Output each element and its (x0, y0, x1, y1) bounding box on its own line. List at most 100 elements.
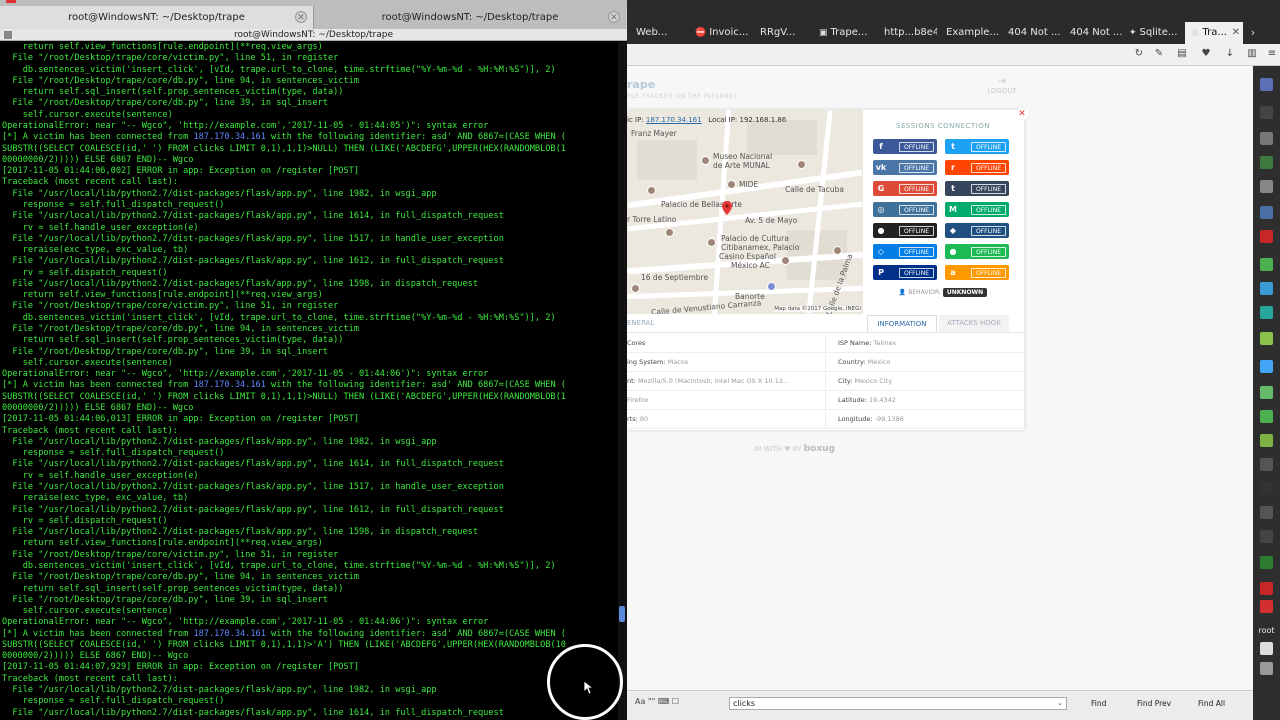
session-bitbucket[interactable]: ◆ OFFLINE (945, 223, 1009, 238)
app-icon[interactable] (1260, 482, 1273, 495)
browser-tab[interactable]: Web... (627, 22, 689, 44)
app-icon[interactable] (1260, 530, 1273, 543)
session-twitter[interactable]: t OFFLINE (945, 139, 1009, 154)
browser-tab[interactable]: ▣ Tra... ✕ (1185, 22, 1243, 44)
session-spotify[interactable]: ● OFFLINE (945, 244, 1009, 259)
details-tabs: ENERAL INFORMATION ATTACKS HOOK (627, 315, 1024, 333)
browser-tab-label: 404 Not ... (1070, 27, 1123, 38)
filezilla-icon[interactable] (1260, 230, 1273, 243)
terminal-line: rv = self.handle_user_exception(e) (2, 470, 199, 481)
terminal-line: Traceback (most recent call last): (2, 425, 178, 436)
browser-tab[interactable]: http...b8e4 (875, 22, 937, 44)
session-status: OFFLINE (898, 204, 934, 215)
browser-tab[interactable]: ▣ Trape... (813, 22, 875, 44)
tab-attacks-hook[interactable]: ATTACKS HOOK (939, 315, 1009, 332)
download-icon[interactable]: ↓ (1223, 47, 1237, 61)
browser-tab[interactable]: 404 Not ... (999, 22, 1061, 44)
folder-icon[interactable] (1260, 206, 1273, 219)
find-options[interactable]: Aa "" ⌨ ☐ (635, 697, 679, 706)
session-reddit[interactable]: r OFFLINE (945, 160, 1009, 175)
info-value: Mozilla/5.0 (Macintosh; Intel Mac OS X 1… (637, 377, 790, 385)
close-icon[interactable]: ✕ (1016, 108, 1028, 120)
app-icon[interactable] (1260, 410, 1273, 423)
terminal-line: response = self.full_dispatch_request() (2, 448, 225, 459)
find-prev-button[interactable]: Find Prev (1137, 699, 1171, 708)
terminal-line: File "/root/Desktop/trape/core/db.py", l… (2, 572, 359, 583)
session-vk[interactable]: vk OFFLINE (873, 160, 937, 175)
find-all-button[interactable]: Find All (1198, 699, 1225, 708)
monitor-icon[interactable] (1260, 106, 1273, 119)
terminal-line: File "/usr/local/lib/python2.7/dist-pack… (2, 707, 504, 718)
menu-icon[interactable]: ≡ (1265, 47, 1279, 61)
session-instagram[interactable]: ◎ OFFLINE (873, 202, 937, 217)
pocket-icon[interactable]: ♥ (1199, 47, 1213, 61)
terminal-tab-2[interactable]: root@WindowsNT: ~/Desktop/trape ✕ (313, 6, 626, 29)
app-icon[interactable] (1260, 332, 1273, 345)
session-amazon[interactable]: a OFFLINE (945, 265, 1009, 280)
browser-tab[interactable]: ✦ Sqlite... (1123, 22, 1185, 44)
location-pin-icon[interactable] (722, 201, 732, 215)
close-icon[interactable]: ✕ (608, 11, 620, 23)
terminal-icon[interactable] (1260, 156, 1273, 169)
close-icon[interactable]: ✕ (295, 11, 307, 23)
browser-tab[interactable]: RRgV... (751, 22, 813, 44)
info-cell: rts: 80 (627, 410, 825, 428)
tab-general[interactable]: ENERAL (627, 319, 654, 327)
app-icon[interactable] (1260, 360, 1273, 373)
session-github[interactable]: ● OFFLINE (873, 223, 937, 238)
terminal-line: db.sentences_victim('insert_click', [vId… (2, 64, 556, 75)
app-icon[interactable] (1260, 306, 1273, 319)
storage-icon[interactable] (1260, 180, 1273, 193)
session-facebook[interactable]: f OFFLINE (873, 139, 937, 154)
app-icon[interactable] (1260, 582, 1273, 595)
close-icon[interactable]: ✕ (1232, 22, 1240, 44)
browser-tab[interactable]: 404 Not ... (1061, 22, 1123, 44)
session-google-plus[interactable]: G OFFLINE (873, 181, 937, 196)
map-label: Palacio de Cultura (721, 234, 789, 243)
victim-map[interactable]: ic IP: 187.170.34.161 Local IP: 192.168.… (627, 110, 863, 314)
app-icon[interactable] (1260, 78, 1273, 91)
app-icon[interactable] (1260, 662, 1273, 675)
terminal-line: File "/root/Desktop/trape/core/db.py", l… (2, 75, 359, 86)
library-icon[interactable]: ▤ (1175, 47, 1189, 61)
map-poi-icon (631, 284, 640, 293)
power-icon[interactable] (1260, 642, 1273, 655)
window-menu-icon[interactable] (4, 31, 12, 39)
public-ip-link[interactable]: 187.170.34.161 (646, 116, 702, 124)
session-status: OFFLINE (970, 183, 1006, 194)
site-identity-icon[interactable]: ✎ (1152, 47, 1166, 61)
terminal-line: OperationalError: near "-- Wgco", 'http:… (2, 369, 489, 380)
app-icon[interactable] (1260, 282, 1273, 295)
chrome-icon[interactable] (1260, 258, 1273, 271)
app-icon[interactable] (1260, 434, 1273, 447)
session-dropbox[interactable]: ◇ OFFLINE (873, 244, 937, 259)
terminal-tab-1[interactable]: root@WindowsNT: ~/Desktop/trape ✕ (0, 6, 313, 29)
map-attribution: Map data ©2017 Google, INEGI (774, 306, 861, 312)
reload-icon[interactable]: ↻ (1132, 47, 1146, 61)
tab-information[interactable]: INFORMATION (867, 315, 937, 332)
logout-button[interactable]: ⇥ LOGOUT (987, 76, 1017, 95)
browser-tab[interactable]: Example... (937, 22, 999, 44)
app-icon[interactable] (1260, 386, 1273, 399)
terminal-line: OperationalError: near "-- Wgco", 'http:… (2, 120, 489, 131)
info-label: ISP Name: (838, 339, 872, 347)
app-icon[interactable] (1260, 506, 1273, 519)
chevron-down-icon[interactable]: ⌄ (1057, 698, 1063, 709)
sidebar-icon[interactable]: ▥ (1245, 47, 1259, 61)
tab-scroll-right-icon[interactable]: › (1243, 22, 1263, 44)
terminal-output[interactable]: return self.view_functions[rule.endpoint… (0, 42, 618, 720)
terminal-scrollbar-thumb[interactable] (619, 606, 625, 622)
session-paypal[interactable]: P OFFLINE (873, 265, 937, 280)
app-icon[interactable] (1260, 600, 1273, 613)
find-input[interactable]: clicks ⌄ (729, 697, 1067, 710)
app-icon[interactable] (1260, 458, 1273, 471)
app-icon[interactable] (1260, 556, 1273, 569)
terminal-line: response = self.full_dispatch_request() (2, 696, 225, 707)
logout-label: LOGOUT (987, 87, 1017, 95)
search-icon[interactable] (1260, 132, 1273, 145)
browser-tab[interactable]: ⛔ Invoic... (689, 22, 751, 44)
session-tumblr[interactable]: t OFFLINE (945, 181, 1009, 196)
boxug-logo[interactable]: boxug (804, 444, 835, 454)
find-button[interactable]: Find (1091, 699, 1106, 708)
session-medium[interactable]: M OFFLINE (945, 202, 1009, 217)
